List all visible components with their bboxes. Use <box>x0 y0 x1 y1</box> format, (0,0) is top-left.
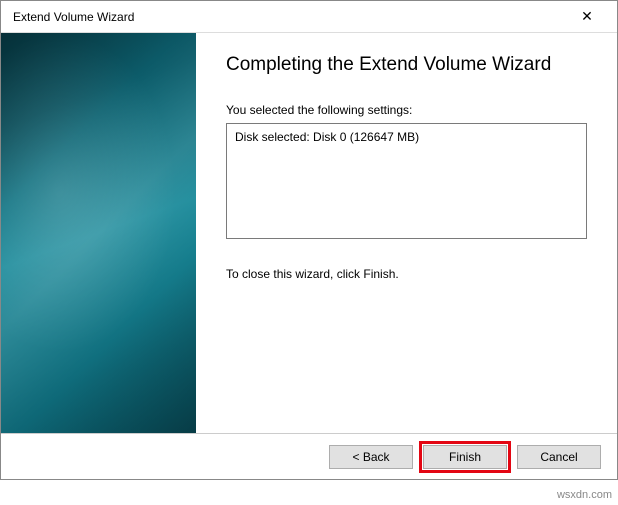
dialog-body: Completing the Extend Volume Wizard You … <box>1 33 617 433</box>
extend-volume-wizard-dialog: Extend Volume Wizard ✕ Completing the Ex… <box>0 0 618 480</box>
cancel-button[interactable]: Cancel <box>517 445 601 469</box>
wizard-side-graphic <box>1 33 196 433</box>
settings-summary-box[interactable]: Disk selected: Disk 0 (126647 MB) <box>226 123 587 239</box>
back-button[interactable]: < Back <box>329 445 413 469</box>
close-button[interactable]: ✕ <box>565 2 609 32</box>
wizard-content: Completing the Extend Volume Wizard You … <box>196 33 617 433</box>
settings-summary-line: Disk selected: Disk 0 (126647 MB) <box>235 130 578 144</box>
watermark: wsxdn.com <box>557 489 612 501</box>
finish-button[interactable]: Finish <box>423 445 507 469</box>
close-icon: ✕ <box>581 8 593 25</box>
settings-label: You selected the following settings: <box>226 103 587 117</box>
button-row: < Back Finish Cancel <box>1 433 617 479</box>
close-instruction: To close this wizard, click Finish. <box>226 267 587 281</box>
page-heading: Completing the Extend Volume Wizard <box>226 53 566 77</box>
titlebar: Extend Volume Wizard ✕ <box>1 1 617 33</box>
window-title: Extend Volume Wizard <box>13 10 565 24</box>
